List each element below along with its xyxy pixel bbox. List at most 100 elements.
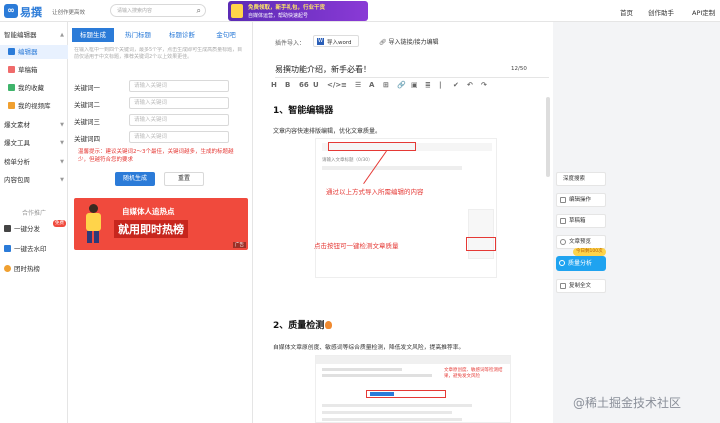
- toolbar-button-8[interactable]: ⊞: [383, 81, 389, 89]
- toolbar-button-7[interactable]: A: [369, 81, 374, 89]
- sidebar-item-editor[interactable]: 编辑器: [0, 45, 68, 59]
- ad-line-2: 就用即时热榜: [114, 220, 188, 238]
- generate-button[interactable]: 随机生成: [115, 172, 155, 186]
- content-scroll-area: 1、智能编辑器 文章内容快速排版编辑，优化文章质量。 请输入文章标题（0/30）…: [253, 97, 553, 423]
- import-link-button[interactable]: 🔗︎ 导入链接/接力编辑: [379, 37, 439, 46]
- toolbar-button-14[interactable]: ↶: [467, 81, 473, 89]
- reset-button[interactable]: 重置: [164, 172, 204, 186]
- drafts-button[interactable]: 草稿箱: [556, 214, 606, 228]
- sidebar-item-video-library[interactable]: 我的视频库: [0, 99, 68, 113]
- toolbar-button-13[interactable]: ✔: [453, 81, 459, 89]
- edit-icon: [560, 197, 566, 203]
- quality-analysis-button[interactable]: 质量分析: [556, 256, 606, 271]
- promo-banner[interactable]: 免费领取，新手礼包，行业干货 自媒体运营，帮助快速起号: [228, 1, 368, 21]
- screenshot-quality-demo: 文章原创度、敏感词等检测结果，避免发文风险: [315, 355, 511, 423]
- nav-home[interactable]: 首页: [620, 7, 633, 17]
- link-icon: 🔗︎: [379, 39, 389, 46]
- editor-panel: 插件导入： W 导入word 🔗︎ 导入链接/接力编辑 易撰功能介绍，新手必看！…: [253, 22, 553, 423]
- keyword-row-4: 关键词四 请输入关键词: [74, 131, 244, 143]
- screenshot-editor-demo: 请输入文章标题（0/30） 通过以上方式导入所需编辑的内容 点击按钮可一键检测文…: [314, 138, 497, 278]
- hotlist-ad[interactable]: 自媒体人追热点 就用即时热榜 广告: [74, 198, 248, 250]
- chevron-up-icon: ▲: [60, 32, 64, 38]
- sidebar-group-tools[interactable]: 爆文工具 ▼: [0, 136, 68, 150]
- chevron-down-icon: ▼: [60, 122, 64, 128]
- copy-all-button[interactable]: 复制全文: [556, 279, 606, 293]
- tab-hot-titles[interactable]: 热门标题: [118, 28, 158, 42]
- tab-title-generate[interactable]: 标题生成: [72, 28, 114, 42]
- nav-creation-assistant[interactable]: 创作助手: [648, 7, 674, 17]
- import-word-button[interactable]: W 导入word: [313, 35, 359, 47]
- toolbar-button-10[interactable]: ▣: [411, 81, 418, 89]
- analysis-icon: [559, 260, 565, 266]
- chevron-down-icon: ▼: [60, 140, 64, 146]
- keyword-input-4[interactable]: 请输入关键词: [129, 131, 229, 143]
- edit-operation-button[interactable]: 编辑操作: [556, 193, 606, 207]
- title-counter: 12/50: [511, 66, 527, 72]
- article-title[interactable]: 易撰功能介绍，新手必看！: [275, 64, 371, 75]
- banner-line-2: 自媒体运营，帮助快速起号: [248, 13, 309, 19]
- fire-icon: [325, 321, 333, 329]
- gift-icon: [231, 4, 243, 18]
- promo-section-label: 合作推广: [21, 210, 46, 217]
- logo-text[interactable]: 易撰: [20, 4, 42, 20]
- demo-inner-title: 请输入文章标题（0/30）: [322, 158, 373, 163]
- toolbar-button-9[interactable]: 🔗: [397, 81, 406, 89]
- watermark-icon: [4, 245, 11, 252]
- import-label: 插件导入：: [275, 40, 306, 47]
- demo-check-highlight: [466, 237, 496, 251]
- toolbar-button-6[interactable]: ☰: [355, 81, 361, 89]
- deep-search-button[interactable]: 深度搜索: [556, 172, 606, 186]
- sidebar-extra-hotlist[interactable]: 团时热榜: [0, 262, 68, 276]
- distribute-icon: [4, 225, 11, 232]
- preview-button[interactable]: 文章预览: [556, 235, 606, 249]
- toolbar-button-15[interactable]: ↷: [481, 81, 487, 89]
- keyword-input-2[interactable]: 请输入关键词: [129, 97, 229, 109]
- toolbar-button-0[interactable]: H: [271, 81, 277, 89]
- toolbar-button-11[interactable]: ≣: [425, 81, 431, 89]
- sidebar-group-smart-editor[interactable]: 智能编辑器 ▲: [0, 28, 68, 42]
- sidebar-item-favorites[interactable]: 我的收藏: [0, 81, 68, 95]
- free-badge: 免费: [53, 220, 66, 227]
- toolbar-button-3[interactable]: U: [313, 81, 319, 89]
- sidebar-item-drafts[interactable]: 草稿箱: [0, 63, 68, 77]
- tab-golden-quotes[interactable]: 金句吧: [206, 28, 246, 42]
- search-input[interactable]: 请输入搜索内容 ⌕: [110, 4, 206, 17]
- keyword-input-1[interactable]: 请输入关键词: [129, 80, 229, 92]
- demo-caption-2: 点击按钮可一键检测文章质量: [314, 242, 399, 250]
- sidebar-extra-distribute[interactable]: 一键分发 免费: [0, 220, 68, 236]
- right-action-panel: 深度搜索 编辑操作 草稿箱 文章预览 今日剩100次 质量分析 复制全文 @稀土…: [553, 22, 720, 423]
- nav-api[interactable]: API定制: [692, 7, 715, 17]
- title-generator-panel: 标题生成 热门标题 标题诊断 金句吧 在输入框中一到四个关键词，最多5个字，点击…: [68, 22, 253, 423]
- keyword-input-3[interactable]: 请输入关键词: [129, 114, 229, 126]
- sidebar-group-weekly[interactable]: 内容包周 ▼: [0, 173, 68, 187]
- copy-icon: [560, 283, 566, 289]
- clock-icon: [4, 265, 11, 272]
- ad-line-1: 自媒体人追热点: [122, 207, 175, 216]
- title-divider: [275, 77, 549, 78]
- editor-scrollbar[interactable]: [546, 97, 550, 177]
- toolbar-button-4[interactable]: </>: [327, 81, 341, 89]
- demo-caption-1: 通过以上方式导入所需编辑的内容: [326, 188, 424, 196]
- toolbar-button-5[interactable]: ≡: [341, 81, 347, 89]
- draft-icon: [8, 66, 15, 73]
- sidebar: 智能编辑器 ▲ 编辑器 草稿箱 我的收藏 我的视频库 爆文素材 ▼ 爆文工具 ▼ 榜单…: [0, 22, 68, 423]
- section2-text: 自媒体文章原创度、敏感词等综合质量检测，降低发文风险，提高推荐率。: [273, 345, 465, 351]
- sidebar-extra-watermark[interactable]: 一键去水印: [0, 242, 68, 256]
- sidebar-group-ranking[interactable]: 榜单分析 ▼: [0, 155, 68, 169]
- section1-text: 文章内容快速排版编辑，优化文章质量。: [273, 128, 382, 135]
- toolbar-button-1[interactable]: B: [285, 81, 290, 89]
- sidebar-group-materials[interactable]: 爆文素材 ▼: [0, 118, 68, 132]
- toolbar-button-2[interactable]: 66: [299, 81, 309, 89]
- warning-tip: 温馨提示：建议关键词2～3个最佳，关键词越多，生成的标题越少，但越符合您的要求: [78, 149, 234, 163]
- search-icon[interactable]: ⌕: [197, 6, 201, 16]
- demo-caption-3: 文章原创度、敏感词等检测结果，避免发文风险: [444, 368, 503, 379]
- top-bar: ∞ 易撰 让创作更高效 请输入搜索内容 ⌕ 免费领取，新手礼包，行业干货 自媒体…: [0, 0, 720, 22]
- chevron-down-icon: ▼: [60, 159, 64, 165]
- word-icon: W: [317, 38, 324, 45]
- star-icon: [8, 84, 15, 91]
- toolbar-button-12[interactable]: |: [439, 81, 442, 89]
- watermark-text: @稀土掘金技术社区: [573, 396, 682, 410]
- tab-title-diagnose[interactable]: 标题诊断: [162, 28, 202, 42]
- logo-icon[interactable]: ∞: [4, 4, 18, 18]
- banner-line-1: 免费领取，新手礼包，行业干货: [248, 5, 326, 11]
